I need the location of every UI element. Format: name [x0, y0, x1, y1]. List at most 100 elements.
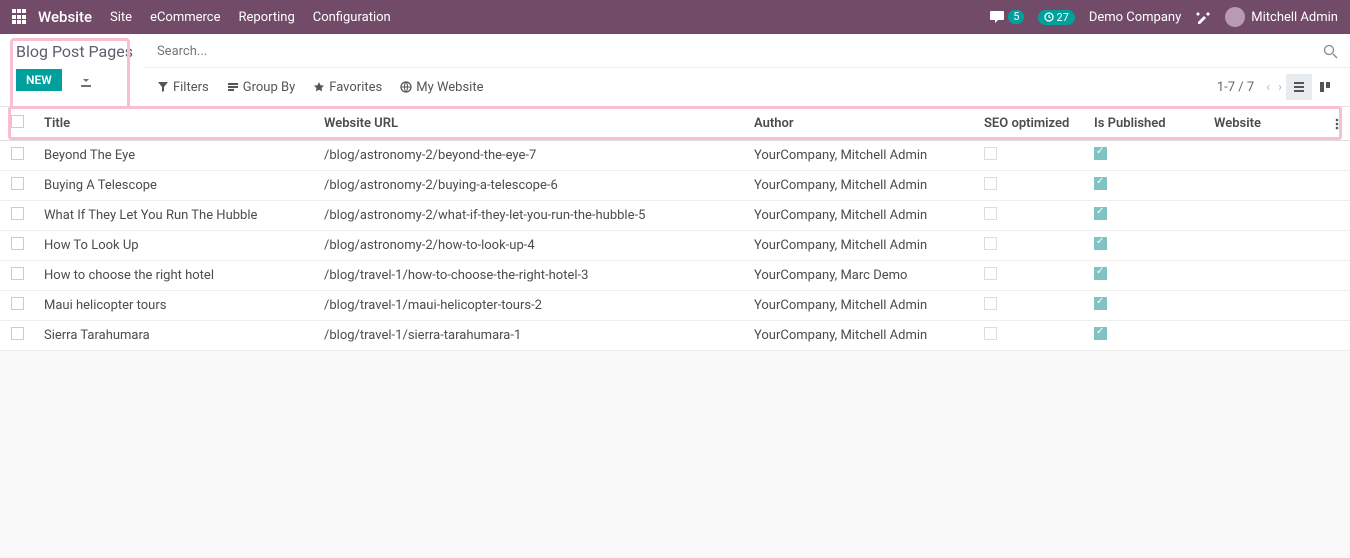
cell-seo [974, 321, 1084, 351]
cell-url: /blog/travel-1/sierra-tarahumara-1 [314, 321, 744, 351]
cell-url: /blog/travel-1/how-to-choose-the-right-h… [314, 261, 744, 291]
cell-seo [974, 171, 1084, 201]
cell-author: YourCompany, Mitchell Admin [744, 231, 974, 261]
row-checkbox[interactable] [11, 237, 24, 250]
download-icon[interactable] [79, 73, 93, 88]
column-settings-icon[interactable] [1316, 107, 1350, 141]
cell-published [1084, 171, 1204, 201]
pager-prev[interactable]: ‹ [1262, 80, 1274, 95]
col-title[interactable]: Title [34, 107, 314, 141]
cell-seo [974, 231, 1084, 261]
row-checkbox[interactable] [11, 207, 24, 220]
published-checkbox[interactable] [1094, 267, 1107, 280]
cell-author: YourCompany, Mitchell Admin [744, 171, 974, 201]
table-row[interactable]: How To Look Up/blog/astronomy-2/how-to-l… [0, 231, 1350, 261]
row-checkbox[interactable] [11, 267, 24, 280]
seo-checkbox[interactable] [984, 267, 997, 280]
table-row[interactable]: Buying A Telescope/blog/astronomy-2/buyi… [0, 171, 1350, 201]
cell-title: How to choose the right hotel [34, 261, 314, 291]
published-checkbox[interactable] [1094, 147, 1107, 160]
select-all-checkbox[interactable] [11, 115, 24, 128]
cell-seo [974, 291, 1084, 321]
cell-seo [974, 261, 1084, 291]
apps-icon[interactable] [12, 9, 28, 25]
table-row[interactable]: What If They Let You Run The Hubble/blog… [0, 201, 1350, 231]
top-navbar: Website Site eCommerce Reporting Configu… [0, 0, 1350, 34]
cell-url: /blog/astronomy-2/what-if-they-let-you-r… [314, 201, 744, 231]
chat-icon[interactable]: 5 [989, 10, 1024, 24]
cell-title: Maui helicopter tours [34, 291, 314, 321]
seo-checkbox[interactable] [984, 147, 997, 160]
nav-configuration[interactable]: Configuration [313, 10, 391, 25]
cell-author: YourCompany, Mitchell Admin [744, 201, 974, 231]
seo-checkbox[interactable] [984, 327, 997, 340]
favorites-button[interactable]: Favorites [313, 80, 382, 95]
control-panel: Blog Post Pages NEW Filters Group By Fav… [0, 34, 1350, 107]
cell-website [1204, 201, 1316, 231]
col-published[interactable]: Is Published [1084, 107, 1204, 141]
table-row[interactable]: How to choose the right hotel/blog/trave… [0, 261, 1350, 291]
cell-published [1084, 291, 1204, 321]
cell-website [1204, 141, 1316, 171]
row-checkbox[interactable] [11, 297, 24, 310]
search-input[interactable] [153, 40, 1323, 63]
col-seo[interactable]: SEO optimized [974, 107, 1084, 141]
table-container: Title Website URL Author SEO optimized I… [0, 107, 1350, 351]
new-button[interactable]: NEW [16, 69, 62, 91]
timer-icon[interactable]: 27 [1038, 10, 1074, 25]
groupby-button[interactable]: Group By [227, 80, 296, 95]
app-brand[interactable]: Website [38, 8, 92, 26]
pager-next[interactable]: › [1274, 80, 1286, 95]
published-checkbox[interactable] [1094, 327, 1107, 340]
row-checkbox[interactable] [11, 147, 24, 160]
company-name[interactable]: Demo Company [1089, 10, 1181, 25]
nav-ecommerce[interactable]: eCommerce [150, 10, 220, 25]
published-checkbox[interactable] [1094, 237, 1107, 250]
published-checkbox[interactable] [1094, 177, 1107, 190]
seo-checkbox[interactable] [984, 237, 997, 250]
mywebsite-button[interactable]: My Website [400, 80, 483, 95]
table-row[interactable]: Sierra Tarahumara/blog/travel-1/sierra-t… [0, 321, 1350, 351]
cell-author: YourCompany, Mitchell Admin [744, 321, 974, 351]
table-row[interactable]: Beyond The Eye/blog/astronomy-2/beyond-t… [0, 141, 1350, 171]
avatar [1225, 7, 1245, 27]
nav-reporting[interactable]: Reporting [239, 10, 295, 25]
cell-seo [974, 141, 1084, 171]
table-row[interactable]: Maui helicopter tours/blog/travel-1/maui… [0, 291, 1350, 321]
pager-text[interactable]: 1-7 / 7 [1217, 80, 1254, 95]
nav-site[interactable]: Site [110, 10, 132, 25]
published-checkbox[interactable] [1094, 207, 1107, 220]
chat-count: 5 [1008, 10, 1024, 24]
row-checkbox[interactable] [11, 177, 24, 190]
kanban-view-icon[interactable] [1312, 74, 1338, 100]
cell-title: Beyond The Eye [34, 141, 314, 171]
cell-published [1084, 261, 1204, 291]
seo-checkbox[interactable] [984, 207, 997, 220]
cell-published [1084, 141, 1204, 171]
filters-button[interactable]: Filters [157, 80, 209, 95]
tools-icon[interactable] [1195, 9, 1211, 25]
col-website[interactable]: Website [1204, 107, 1316, 141]
page-title: Blog Post Pages [16, 42, 133, 61]
cell-author: YourCompany, Marc Demo [744, 261, 974, 291]
cell-title: Buying A Telescope [34, 171, 314, 201]
published-checkbox[interactable] [1094, 297, 1107, 310]
cell-website [1204, 321, 1316, 351]
cell-url: /blog/astronomy-2/how-to-look-up-4 [314, 231, 744, 261]
col-author[interactable]: Author [744, 107, 974, 141]
search-icon[interactable] [1323, 44, 1338, 59]
cell-published [1084, 321, 1204, 351]
seo-checkbox[interactable] [984, 297, 997, 310]
blog-posts-table: Title Website URL Author SEO optimized I… [0, 107, 1350, 351]
cell-title: Sierra Tarahumara [34, 321, 314, 351]
cell-website [1204, 171, 1316, 201]
user-menu[interactable]: Mitchell Admin [1225, 7, 1338, 27]
row-checkbox[interactable] [11, 327, 24, 340]
cell-url: /blog/astronomy-2/beyond-the-eye-7 [314, 141, 744, 171]
cell-url: /blog/travel-1/maui-helicopter-tours-2 [314, 291, 744, 321]
cell-author: YourCompany, Mitchell Admin [744, 141, 974, 171]
list-view-icon[interactable] [1286, 74, 1312, 100]
col-url[interactable]: Website URL [314, 107, 744, 141]
seo-checkbox[interactable] [984, 177, 997, 190]
cell-website [1204, 261, 1316, 291]
